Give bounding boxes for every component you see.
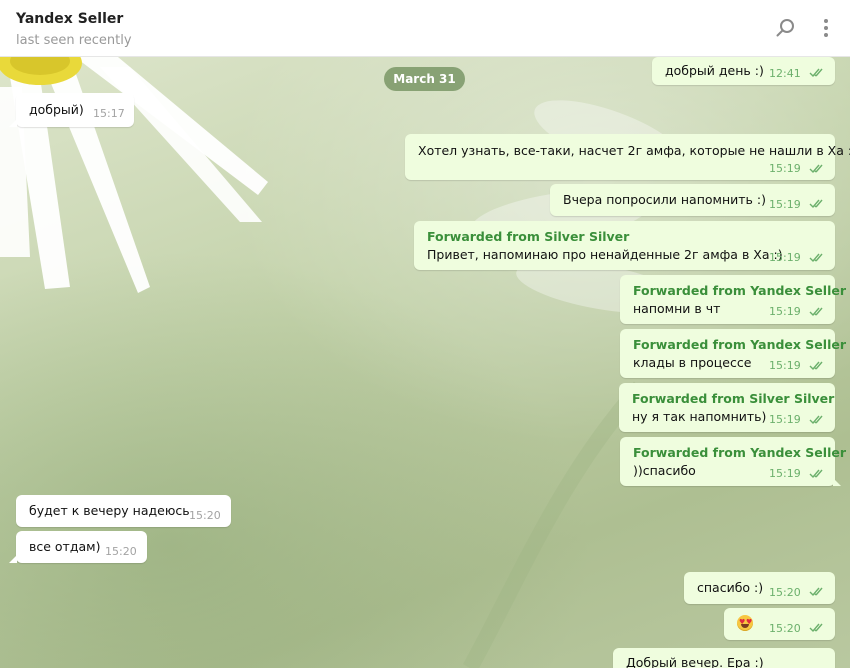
message-time: 15:17: [93, 107, 125, 120]
bubble-tail: [9, 119, 17, 127]
message-text: будет к вечеру надеюсь: [29, 503, 190, 518]
search-icon[interactable]: [774, 16, 798, 40]
forwarded-message-bubble[interactable]: Forwarded from Silver Silver ну я так на…: [619, 383, 835, 432]
message-text: ну я так напомнить): [632, 409, 767, 424]
double-check-icon: [809, 253, 823, 263]
forwarded-from-label[interactable]: Forwarded from Yandex Seller: [633, 337, 846, 352]
double-check-icon: [809, 623, 823, 633]
message-time: 15:19: [769, 359, 801, 372]
message-time: 15:19: [769, 198, 801, 211]
message-bubble[interactable]: Добрый вечер. Ера :): [613, 648, 835, 668]
message-time: 15:19: [769, 467, 801, 480]
last-seen-status: last seen recently: [16, 33, 132, 48]
message-time: 12:41: [769, 67, 801, 80]
message-text: Хотел узнать, все-таки, насчет 2г амфа, …: [418, 143, 850, 158]
message-bubble[interactable]: добрый) 15:17: [9, 93, 134, 127]
message-text: клады в процессе: [633, 355, 752, 370]
message-text: спасибо :): [697, 580, 764, 595]
heart-eyes-emoji-icon: ♥ ♥: [737, 615, 753, 631]
message-bubble[interactable]: все отдам) 15:20: [9, 531, 147, 563]
double-check-icon: [809, 415, 823, 425]
message-text: добрый): [29, 102, 84, 117]
forwarded-from-label[interactable]: Forwarded from Yandex Seller: [633, 445, 846, 460]
double-check-icon: [809, 307, 823, 317]
message-text: ))спасибо: [633, 463, 696, 478]
message-time: 15:20: [189, 509, 221, 522]
message-time: 15:20: [769, 586, 801, 599]
double-check-icon: [809, 199, 823, 209]
message-text: все отдам): [29, 539, 101, 554]
message-time: 15:20: [105, 545, 137, 558]
double-check-icon: [809, 469, 823, 479]
double-check-icon: [809, 68, 823, 78]
chat-header: Yandex Seller last seen recently: [0, 0, 850, 57]
message-time: 15:19: [769, 251, 801, 264]
message-bubble[interactable]: Вчера попросили напомнить :) 15:19: [550, 184, 835, 216]
more-options-icon[interactable]: [814, 16, 838, 40]
bubble-tail: [833, 478, 841, 486]
message-time: 15:19: [769, 305, 801, 318]
message-text: напомни в чт: [633, 301, 721, 316]
date-separator: March 31: [384, 67, 465, 91]
contact-name[interactable]: Yandex Seller: [16, 11, 123, 27]
message-text: Вчера попросили напомнить :): [563, 192, 766, 207]
double-check-icon: [809, 361, 823, 371]
message-text: Привет, напоминаю про ненайденные 2г амф…: [427, 247, 783, 262]
message-list[interactable]: March 31 добрый день :) 12:41 добрый) 15…: [0, 57, 850, 668]
message-bubble[interactable]: будет к вечеру надеюсь 15:20: [16, 495, 231, 527]
message-bubble[interactable]: Хотел узнать, все-таки, насчет 2г амфа, …: [405, 134, 850, 180]
message-bubble[interactable]: ♥ ♥ 15:20: [724, 608, 835, 640]
forwarded-message-bubble[interactable]: Forwarded from Yandex Seller напомни в ч…: [620, 275, 846, 324]
double-check-icon: [809, 587, 823, 597]
message-time: 15:19: [769, 162, 801, 175]
message-text: Добрый вечер. Ера :): [626, 655, 764, 668]
message-bubble[interactable]: добрый день :) 12:41: [652, 57, 835, 85]
message-time: 15:19: [769, 413, 801, 426]
forwarded-from-label[interactable]: Forwarded from Silver Silver: [427, 229, 629, 244]
bubble-tail: [9, 555, 17, 563]
double-check-icon: [809, 164, 823, 174]
forwarded-message-bubble[interactable]: Forwarded from Silver Silver Привет, нап…: [414, 221, 835, 270]
forwarded-from-label[interactable]: Forwarded from Silver Silver: [632, 391, 834, 406]
message-time: 15:20: [769, 622, 801, 635]
message-text: добрый день :): [665, 63, 764, 78]
message-bubble[interactable]: спасибо :) 15:20: [684, 572, 835, 604]
forwarded-from-label[interactable]: Forwarded from Yandex Seller: [633, 283, 846, 298]
forwarded-message-bubble[interactable]: Forwarded from Yandex Seller клады в про…: [620, 329, 846, 378]
forwarded-message-bubble[interactable]: Forwarded from Yandex Seller ))спасибо 1…: [620, 437, 846, 486]
